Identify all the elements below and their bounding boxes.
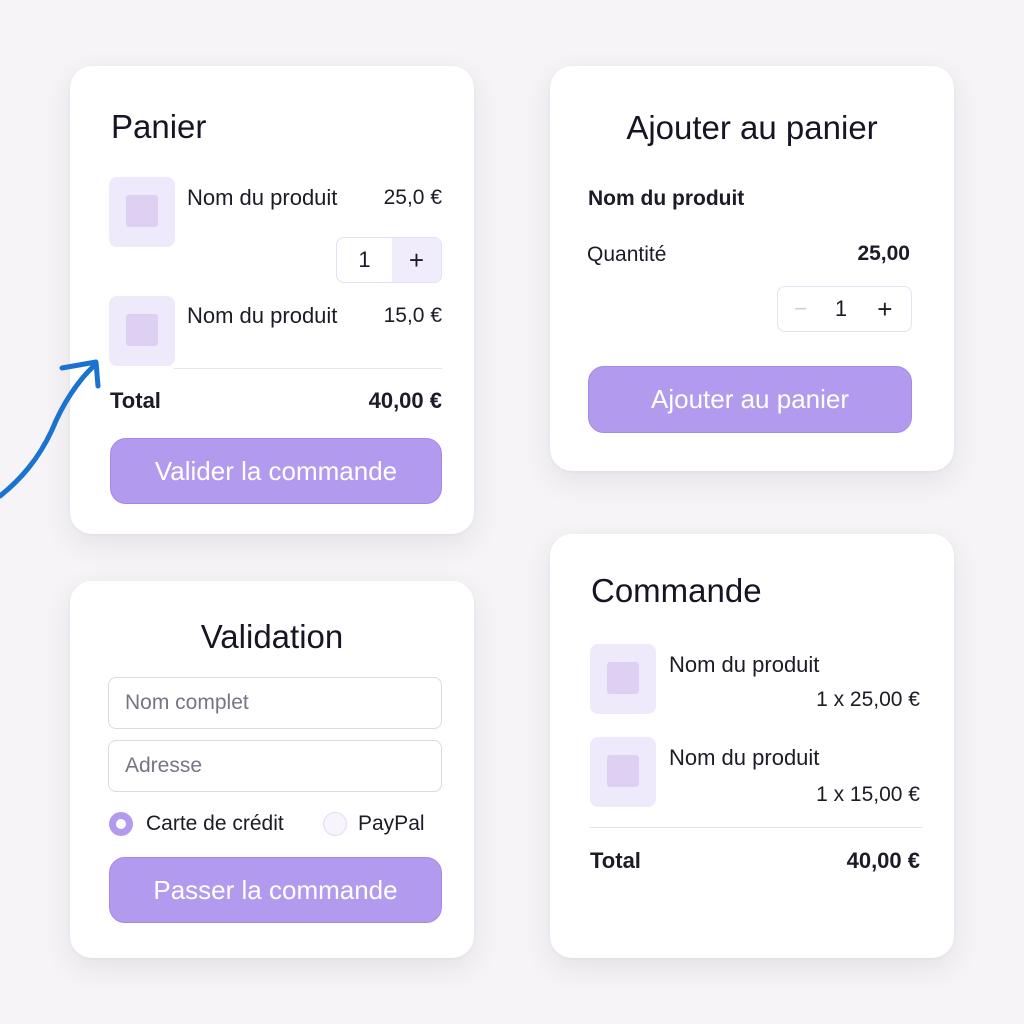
cart-item-name: Nom du produit (187, 303, 338, 328)
place-order-button[interactable]: Passer la commande (109, 857, 442, 923)
cart-item-price: 25,0 € (383, 186, 442, 209)
address-input[interactable] (108, 740, 442, 792)
add-to-cart-button[interactable]: Ajouter au panier (588, 366, 912, 433)
checkout-title: Validation (200, 618, 344, 655)
product-placeholder-icon (126, 314, 158, 346)
cart-item-name: Nom du produit (187, 185, 338, 210)
cart-total-value: 40,00 € (368, 388, 442, 413)
minus-button[interactable]: − (778, 287, 823, 331)
credit-card-radio[interactable] (109, 812, 133, 836)
add-to-cart-title: Ajouter au panier (626, 109, 878, 146)
cart-title: Panier (111, 108, 207, 145)
cart-quantity-value[interactable]: 1 (337, 238, 392, 282)
order-title: Commande (591, 572, 762, 609)
credit-card-label[interactable]: Carte de crédit (146, 812, 284, 836)
product-name: Nom du produit (588, 187, 745, 210)
product-image (590, 737, 656, 807)
order-total-value: 40,00 € (846, 848, 920, 873)
cart-plus-button[interactable]: + (391, 238, 441, 282)
order-summary-card: Commande Nom du produit 1 x 25,00 € Nom … (550, 534, 954, 958)
arrow-annotation-icon (0, 359, 101, 499)
order-total-label: Total (590, 848, 641, 873)
validate-order-button[interactable]: Valider la commande (110, 438, 442, 504)
order-divider (590, 827, 922, 828)
paypal-label[interactable]: PayPal (358, 812, 425, 836)
paypal-radio[interactable] (323, 812, 347, 836)
quantity-label: Quantité (587, 243, 667, 266)
order-item-name: Nom du produit (669, 652, 820, 677)
order-item-name: Nom du produit (669, 745, 820, 770)
checkout-card: Validation Carte de crédit PayPal Passer… (70, 581, 474, 958)
product-image (590, 644, 656, 714)
cart-quantity-stepper: 1 + (336, 237, 442, 283)
product-placeholder-icon (607, 755, 639, 787)
cart-item-price: 15,0 € (383, 304, 442, 327)
cart-divider (174, 368, 442, 369)
product-placeholder-icon (607, 662, 639, 694)
plus-button[interactable]: + (859, 287, 911, 331)
quantity-stepper: − 1 + (777, 286, 912, 332)
quantity-value[interactable]: 1 (823, 287, 858, 331)
order-item-detail: 1 x 15,00 € (816, 783, 920, 806)
product-price: 25,00 (857, 242, 910, 265)
radio-selected-dot (116, 819, 126, 829)
add-to-cart-card: Ajouter au panier Nom du produit Quantit… (550, 66, 954, 471)
cart-card: Panier Nom du produit 25,0 € 1 + Nom du … (70, 66, 474, 534)
product-placeholder-icon (126, 195, 158, 227)
full-name-input[interactable] (108, 677, 442, 729)
product-image (109, 177, 175, 247)
order-item-detail: 1 x 25,00 € (816, 688, 920, 711)
arrow-shaft (0, 361, 99, 499)
